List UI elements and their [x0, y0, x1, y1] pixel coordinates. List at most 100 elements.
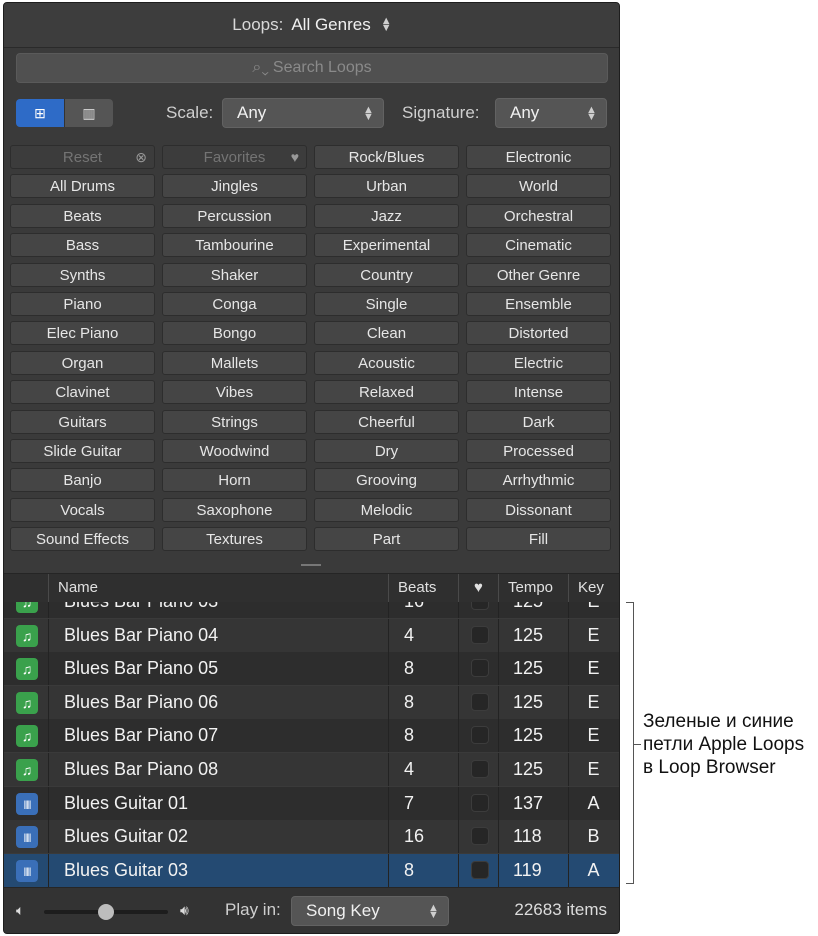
header-favorite[interactable]: ♥	[458, 574, 498, 602]
column-separator	[458, 602, 459, 618]
keyword-button-label: Sound Effects	[35, 530, 130, 548]
keyword-button[interactable]: Experimental	[314, 233, 459, 257]
table-row[interactable]: ♫ Blues Bar Piano 04 4 125 E	[4, 618, 619, 652]
table-row[interactable]: ||||| Blues Guitar 02 16 118 B	[4, 820, 619, 854]
keyword-button[interactable]: Beats	[10, 204, 155, 228]
keyword-button[interactable]: Part	[314, 527, 459, 551]
keyword-button[interactable]: Woodwind	[162, 439, 307, 463]
keyword-button[interactable]: Dark	[466, 410, 611, 434]
favorite-checkbox[interactable]	[471, 602, 489, 610]
keyword-button[interactable]: Horn	[162, 468, 307, 492]
loops-genre-popup[interactable]: Loops: All Genres ▲ ▼	[4, 3, 619, 48]
keyword-button[interactable]: Electronic	[466, 145, 611, 169]
search-field[interactable]: ⌕⌄ Search Loops	[16, 53, 608, 83]
header-key[interactable]: Key	[568, 574, 619, 602]
column-view-button[interactable]: ▥	[64, 99, 113, 127]
keyword-button[interactable]: Clavinet	[10, 380, 155, 404]
keyword-button[interactable]: World	[466, 174, 611, 198]
keyword-button[interactable]: Acoustic	[314, 351, 459, 375]
keyword-button[interactable]: Vibes	[162, 380, 307, 404]
keyword-button[interactable]: Mallets	[162, 351, 307, 375]
keyword-button[interactable]: Dissonant	[466, 498, 611, 522]
keyword-button[interactable]: Bongo	[162, 321, 307, 345]
keyword-button[interactable]: Clean	[314, 321, 459, 345]
table-row[interactable]: ||||| Blues Guitar 03 8 119 A	[4, 853, 619, 887]
table-row[interactable]: ♫ Blues Bar Piano 06 8 125 E	[4, 685, 619, 719]
keyword-button[interactable]: Guitars	[10, 410, 155, 434]
header-tempo[interactable]: Tempo	[498, 574, 568, 602]
split-divider[interactable]	[4, 559, 619, 571]
keyword-button[interactable]: Other Genre	[466, 263, 611, 287]
table-row[interactable]: ♫ Blues Bar Piano 08 4 125 E	[4, 753, 619, 786]
keyword-button[interactable]: Jazz	[314, 204, 459, 228]
keyword-button[interactable]: Ensemble	[466, 292, 611, 316]
keyword-button[interactable]: Saxophone	[162, 498, 307, 522]
volume-slider[interactable]	[44, 904, 168, 920]
keyword-button[interactable]: Arrhythmic	[466, 468, 611, 492]
keyword-button[interactable]: Slide Guitar	[10, 439, 155, 463]
keyword-button[interactable]: All Drums	[10, 174, 155, 198]
table-row[interactable]: ♫ Blues Bar Piano 07 8 125 E	[4, 719, 619, 753]
keyword-button[interactable]: Melodic	[314, 498, 459, 522]
keyword-button[interactable]: Textures	[162, 527, 307, 551]
keyword-button[interactable]: Urban	[314, 174, 459, 198]
keyword-button[interactable]: Organ	[10, 351, 155, 375]
keyword-button[interactable]: Sound Effects	[10, 527, 155, 551]
keyword-button[interactable]: Rock/Blues	[314, 145, 459, 169]
keyword-button[interactable]: Banjo	[10, 468, 155, 492]
keyword-button[interactable]: Single	[314, 292, 459, 316]
header-icon-column[interactable]	[4, 574, 48, 602]
favorite-checkbox[interactable]	[471, 827, 489, 846]
play-in-popup[interactable]: Song Key ▲ ▼	[291, 896, 449, 926]
keyword-button[interactable]: Orchestral	[466, 204, 611, 228]
keyword-button[interactable]: Relaxed	[314, 380, 459, 404]
keyword-button[interactable]: Bass	[10, 233, 155, 257]
keyword-button[interactable]: Fill	[466, 527, 611, 551]
keyword-button[interactable]: Tambourine	[162, 233, 307, 257]
keyword-button-label: Tambourine	[195, 236, 274, 254]
favorite-checkbox[interactable]	[471, 793, 489, 812]
table-row[interactable]: ||||| Blues Guitar 01 7 137 A	[4, 786, 619, 820]
clear-icon: ⊗	[135, 149, 147, 165]
favorite-checkbox[interactable]	[471, 726, 489, 745]
keyword-button-label: Dissonant	[505, 501, 572, 519]
scale-popup[interactable]: Any ▲ ▼	[222, 98, 384, 128]
signature-popup[interactable]: Any ▲ ▼	[495, 98, 607, 128]
button-view-button[interactable]: ⊞	[16, 99, 64, 127]
keyword-button[interactable]: Distorted	[466, 321, 611, 345]
favorite-checkbox[interactable]	[471, 760, 489, 778]
table-row[interactable]: ♫ Blues Bar Piano 03 16 125 E	[4, 602, 619, 618]
keyword-button[interactable]: Conga	[162, 292, 307, 316]
favorites-button-label: Favorites	[203, 148, 266, 166]
keyword-button[interactable]: Cheerful	[314, 410, 459, 434]
keyword-button[interactable]: Synths	[10, 263, 155, 287]
keyword-button-label: Guitars	[58, 413, 107, 431]
keyword-button[interactable]: Elec Piano	[10, 321, 155, 345]
keyword-button[interactable]: Vocals	[10, 498, 155, 522]
keyword-button[interactable]: Piano	[10, 292, 155, 316]
keyword-button-label: Piano	[63, 295, 102, 313]
favorite-checkbox[interactable]	[471, 692, 489, 711]
favorite-checkbox[interactable]	[471, 625, 489, 644]
favorite-checkbox[interactable]	[471, 860, 489, 879]
keyword-button[interactable]: Intense	[466, 380, 611, 404]
keyword-button[interactable]: Dry	[314, 439, 459, 463]
favorites-button[interactable]: Favorites ♥	[162, 145, 307, 169]
table-row[interactable]: ♫ Blues Bar Piano 05 8 125 E	[4, 652, 619, 686]
header-name[interactable]: Name	[48, 574, 388, 602]
keyword-button[interactable]: Percussion	[162, 204, 307, 228]
keyword-button[interactable]: Jingles	[162, 174, 307, 198]
keyword-button[interactable]: Processed	[466, 439, 611, 463]
keyword-button[interactable]: Cinematic	[466, 233, 611, 257]
keyword-button[interactable]: Grooving	[314, 468, 459, 492]
keyword-button[interactable]: Country	[314, 263, 459, 287]
header-beats[interactable]: Beats	[388, 574, 458, 602]
keyword-button[interactable]: Shaker	[162, 263, 307, 287]
keyword-button[interactable]: Strings	[162, 410, 307, 434]
favorite-checkbox[interactable]	[471, 659, 489, 678]
keyword-button[interactable]: Electric	[466, 351, 611, 375]
callout-tick	[633, 744, 641, 745]
reset-button[interactable]: Reset ⊗	[10, 145, 155, 169]
volume-knob[interactable]	[98, 904, 114, 920]
keyword-button-label: World	[519, 177, 558, 195]
